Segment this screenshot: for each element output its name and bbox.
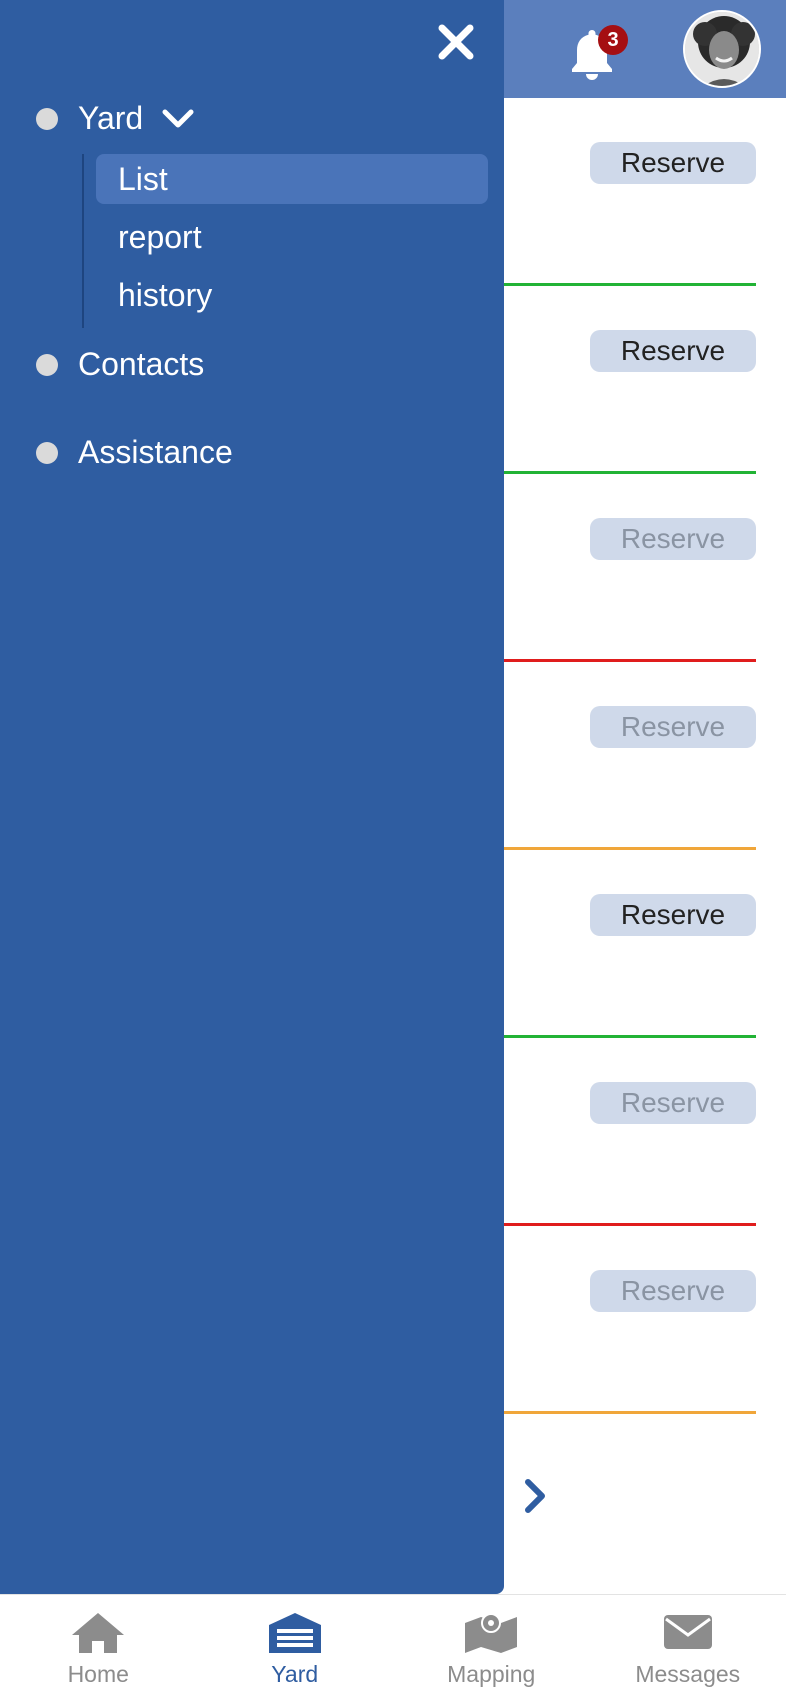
garage-icon <box>268 1613 321 1653</box>
envelope-icon <box>663 1615 712 1649</box>
reserve-button[interactable]: Reserve <box>590 142 756 184</box>
menu-item-assistance[interactable]: Assistance <box>36 434 233 471</box>
reserve-button: Reserve <box>590 1270 756 1312</box>
map-icon <box>465 1613 518 1653</box>
nav-label: Mapping <box>447 1661 536 1687</box>
avatar[interactable] <box>683 10 761 88</box>
reserve-button: Reserve <box>590 518 756 560</box>
menu-item-yard[interactable]: Yard <box>36 100 195 137</box>
bullet-icon <box>36 107 58 130</box>
nav-yard[interactable]: Yard <box>197 1595 394 1704</box>
submenu-item-history[interactable]: history <box>96 270 488 320</box>
reserve-button[interactable]: Reserve <box>590 894 756 936</box>
menu-item-contacts[interactable]: Contacts <box>36 346 204 383</box>
user-photo <box>685 12 759 86</box>
nav-label: Home <box>67 1661 129 1687</box>
nav-messages[interactable]: Messages <box>590 1595 786 1704</box>
chevron-right-icon[interactable] <box>520 1476 550 1516</box>
menu-item-label: Yard <box>78 100 144 136</box>
home-icon <box>72 1613 125 1653</box>
chevron-down-icon[interactable] <box>161 108 195 130</box>
notification-badge: 3 <box>598 25 628 55</box>
reserve-button: Reserve <box>590 706 756 748</box>
close-icon[interactable] <box>436 22 476 62</box>
menu-item-label: Assistance <box>78 434 233 470</box>
menu-item-label: Contacts <box>78 346 205 382</box>
bullet-icon <box>36 353 58 376</box>
yard-submenu: List report history <box>82 154 488 328</box>
reserve-button[interactable]: Reserve <box>590 330 756 372</box>
nav-home[interactable]: Home <box>0 1595 197 1704</box>
side-drawer: Yard List report history Contacts Assist… <box>0 0 504 1594</box>
submenu-item-report[interactable]: report <box>96 212 488 262</box>
bottom-nav: Home Yard Mapping Messages <box>0 1594 786 1704</box>
nav-mapping[interactable]: Mapping <box>393 1595 590 1704</box>
nav-label: Messages <box>635 1661 741 1687</box>
reserve-button: Reserve <box>590 1082 756 1124</box>
bullet-icon <box>36 441 58 464</box>
nav-label: Yard <box>271 1661 319 1687</box>
submenu-item-list[interactable]: List <box>96 154 488 204</box>
